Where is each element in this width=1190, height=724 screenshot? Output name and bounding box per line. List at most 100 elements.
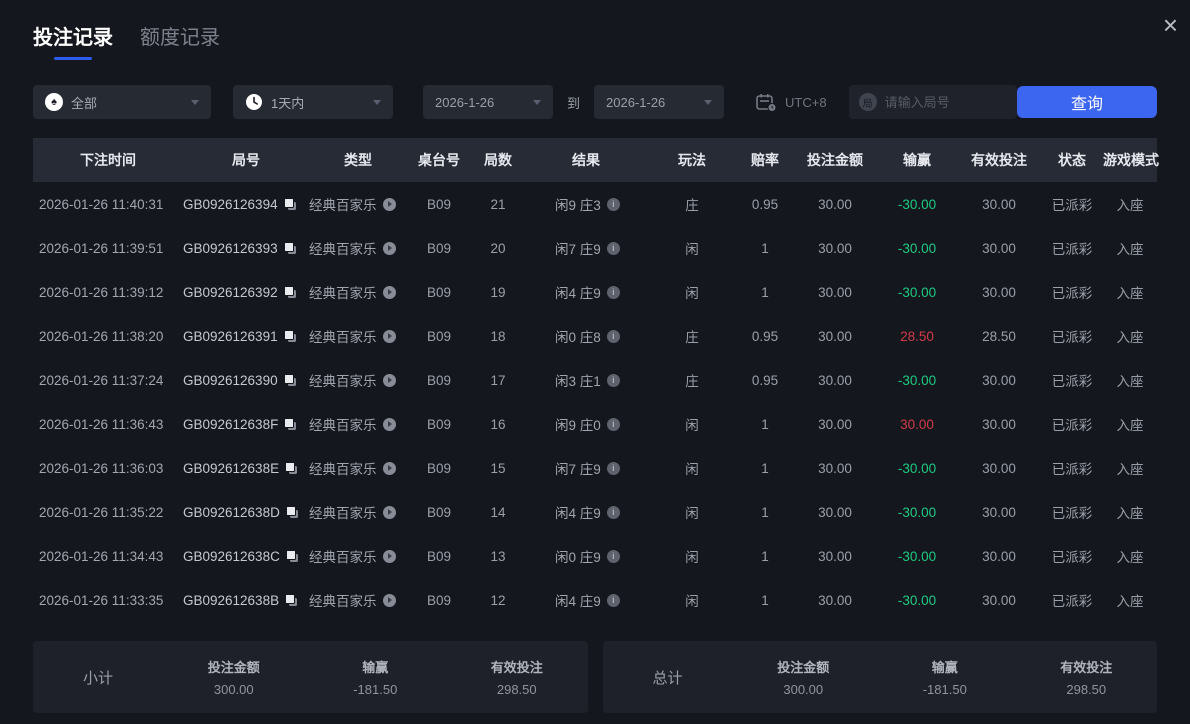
calendar-clock-icon <box>756 93 777 112</box>
replay-icon[interactable] <box>382 461 396 475</box>
subtotal-valid-stat: 有效投注 298.50 <box>446 657 588 697</box>
tab-betting-records[interactable]: 投注记录 <box>33 21 113 60</box>
result: 闲3 庄1 <box>555 374 601 389</box>
replay-icon[interactable] <box>382 593 396 607</box>
replay-icon[interactable] <box>382 417 396 431</box>
active-tab-indicator <box>54 57 92 60</box>
date-from-picker[interactable]: 2026-1-26 <box>423 85 553 119</box>
replay-icon[interactable] <box>382 549 396 563</box>
result: 闲4 庄9 <box>555 286 601 301</box>
status: 已派彩 <box>1051 506 1093 521</box>
replay-icon[interactable] <box>382 505 396 519</box>
table-no: B09 <box>426 240 452 256</box>
replay-icon[interactable] <box>382 329 396 343</box>
round-no: 20 <box>490 240 506 256</box>
info-icon[interactable]: i <box>606 373 620 387</box>
spade-icon: ♠ <box>45 93 63 111</box>
bet-time: 2026-01-26 11:39:12 <box>39 284 164 300</box>
round-number-field[interactable]: 局 <box>848 85 1017 119</box>
copy-icon[interactable] <box>283 198 296 210</box>
col-header-table-no: 桌台号 <box>418 152 460 168</box>
result-cell: 闲9 庄3 i <box>525 194 647 214</box>
type-cell: 经典百家乐 <box>309 502 407 522</box>
copy-icon[interactable] <box>283 330 296 342</box>
replay-icon[interactable] <box>382 373 396 387</box>
table-row: 2026-01-26 11:36:43 GB092612638F 经典百家乐 B… <box>33 402 1157 446</box>
subtotal-label: 小计 <box>82 669 113 687</box>
replay-icon[interactable] <box>382 241 396 255</box>
info-icon[interactable]: i <box>606 505 620 519</box>
odds: 1 <box>761 284 769 300</box>
clock-icon <box>246 94 262 110</box>
round-no: 19 <box>490 284 506 300</box>
bet-time: 2026-01-26 11:37:24 <box>39 372 164 388</box>
table-row: 2026-01-26 11:38:20 GB0926126391 经典百家乐 B… <box>33 314 1157 358</box>
time-range-value: 1天内 <box>271 95 305 111</box>
info-icon[interactable]: i <box>606 593 620 607</box>
info-icon[interactable]: i <box>606 549 620 563</box>
copy-icon[interactable] <box>283 374 296 386</box>
round-number-input[interactable] <box>884 94 995 110</box>
copy-icon[interactable] <box>283 242 296 254</box>
bet-time: 2026-01-26 11:39:51 <box>39 240 164 256</box>
result-cell: 闲4 庄9 i <box>525 590 647 610</box>
betting-records-window: × 投注记录 额度记录 ♠ 全部 1天内 2026-1-26 到 2026-1-… <box>0 0 1190 724</box>
game-mode: 入座 <box>1116 462 1144 477</box>
result: 闲4 庄9 <box>555 506 601 521</box>
win-loss-amount: -30.00 <box>897 460 937 476</box>
total-panel: 总计 投注金额 300.00 输赢 -181.50 有效投注 298.50 <box>602 641 1157 713</box>
type-cell: 经典百家乐 <box>309 458 407 478</box>
odds: 1 <box>761 592 769 608</box>
col-header-odds: 赔率 <box>751 152 779 168</box>
date-to-label: 到 <box>567 95 581 111</box>
type-cell: 经典百家乐 <box>309 370 407 390</box>
info-icon[interactable]: i <box>606 461 620 475</box>
win-loss-amount: -30.00 <box>897 372 937 388</box>
result: 闲9 庄3 <box>555 198 601 213</box>
play-type: 闲 <box>685 506 699 521</box>
round-no: 17 <box>490 372 506 388</box>
round-id-cell: GB092612638B <box>183 593 309 608</box>
replay-icon[interactable] <box>382 197 396 211</box>
copy-icon[interactable] <box>285 594 298 606</box>
valid-bet: 30.00 <box>982 548 1016 564</box>
result: 闲0 庄8 <box>555 330 601 345</box>
tab-quota-records[interactable]: 额度记录 <box>140 21 220 50</box>
info-icon[interactable]: i <box>606 417 620 431</box>
bet-amount: 30.00 <box>818 240 852 256</box>
valid-bet: 30.00 <box>982 460 1016 476</box>
subtotal-bet-value: 300.00 <box>213 682 254 697</box>
time-range-select[interactable]: 1天内 <box>233 85 393 119</box>
play-type: 庄 <box>685 330 699 345</box>
info-icon[interactable]: i <box>606 197 620 211</box>
summary-section: 小计 投注金额 300.00 输赢 -181.50 有效投注 298.50 总计… <box>33 641 1157 713</box>
bet-time: 2026-01-26 11:36:43 <box>39 416 164 432</box>
round-id-cell: GB092612638F <box>183 417 309 432</box>
result: 闲7 庄9 <box>555 242 601 257</box>
copy-icon[interactable] <box>285 462 298 474</box>
copy-icon[interactable] <box>285 550 298 562</box>
betting-records-table: 下注时间 局号 类型 桌台号 局数 结果 玩法 赔率 投注金额 输赢 有效投注 … <box>33 138 1159 622</box>
tab-label: 额度记录 <box>140 27 220 49</box>
date-to-picker[interactable]: 2026-1-26 <box>594 85 725 119</box>
table-no: B09 <box>426 460 452 476</box>
result: 闲4 庄9 <box>555 594 601 609</box>
search-button[interactable]: 查询 <box>1017 86 1157 118</box>
copy-icon[interactable] <box>283 286 296 298</box>
status: 已派彩 <box>1051 550 1093 565</box>
result-cell: 闲0 庄9 i <box>525 546 647 566</box>
game-type-select[interactable]: ♠ 全部 <box>33 85 211 119</box>
game-type: 经典百家乐 <box>309 330 377 345</box>
copy-icon[interactable] <box>284 418 297 430</box>
copy-icon[interactable] <box>285 506 298 518</box>
table-no: B09 <box>426 372 452 388</box>
info-icon[interactable]: i <box>606 285 620 299</box>
close-icon[interactable]: × <box>1159 8 1182 42</box>
play-type: 庄 <box>685 374 699 389</box>
game-mode: 入座 <box>1116 242 1144 257</box>
replay-icon[interactable] <box>382 285 396 299</box>
info-icon[interactable]: i <box>606 241 620 255</box>
bet-amount: 30.00 <box>818 284 852 300</box>
info-icon[interactable]: i <box>606 329 620 343</box>
game-type: 经典百家乐 <box>309 286 377 301</box>
